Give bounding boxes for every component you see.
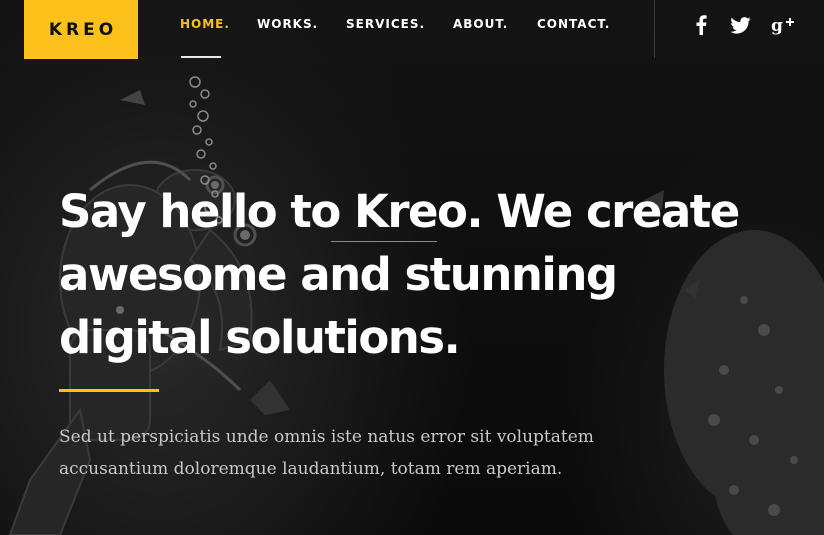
- nav-works[interactable]: WORKS.: [257, 17, 318, 31]
- nav-about[interactable]: ABOUT.: [453, 17, 508, 31]
- logo-text: KREO: [48, 19, 118, 40]
- active-nav-indicator: [181, 56, 221, 58]
- hero-title: Say hello to Kreo. We create awesome and…: [59, 185, 740, 364]
- svg-text:g: g: [771, 16, 783, 35]
- twitter-icon[interactable]: [728, 12, 752, 38]
- google-plus-icon[interactable]: g: [770, 12, 796, 38]
- logo[interactable]: KREO: [24, 0, 138, 59]
- yellow-divider: [59, 389, 159, 392]
- facebook-icon[interactable]: [692, 12, 710, 38]
- nav-services[interactable]: SERVICES.: [346, 17, 425, 31]
- nav-home[interactable]: HOME.: [180, 17, 230, 31]
- nav-contact[interactable]: CONTACT.: [537, 17, 610, 31]
- nav-divider: [654, 0, 655, 58]
- title-accent-line: [331, 241, 437, 242]
- hero-subtitle: Sed ut perspiciatis unde omnis iste natu…: [59, 427, 594, 479]
